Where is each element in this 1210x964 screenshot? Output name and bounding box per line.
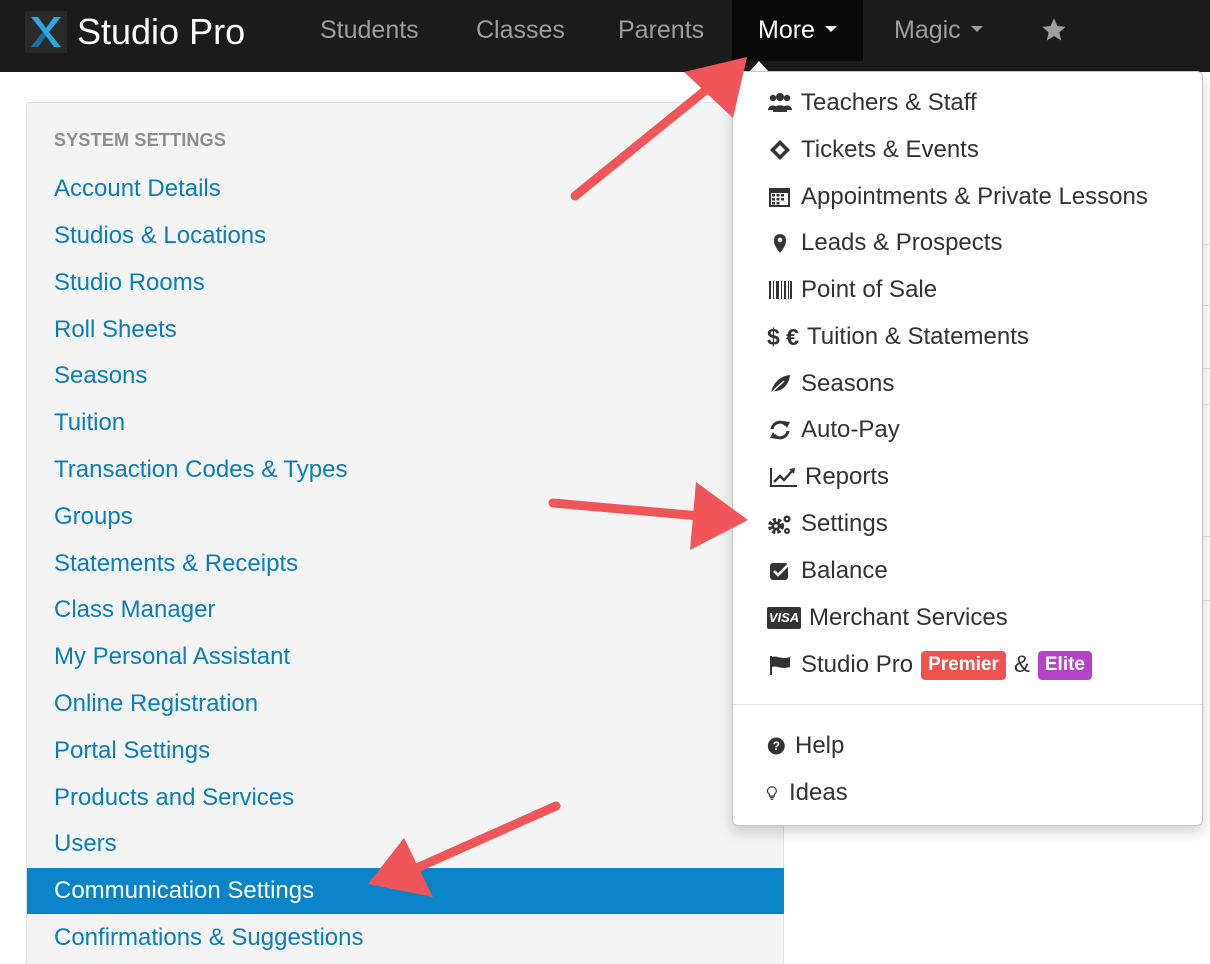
settings-link-class-manager[interactable]: Class Manager (54, 592, 215, 628)
menu-item-help[interactable]: ? Help (767, 729, 844, 763)
elite-badge: Elite (1037, 650, 1092, 680)
menu-item-label: Seasons (801, 370, 895, 397)
system-settings-heading: SYSTEM SETTINGS (54, 130, 227, 150)
nav-classes[interactable]: Classes (476, 0, 565, 61)
settings-link-roll-sheets[interactable]: Roll Sheets (54, 312, 177, 348)
lightbulb-icon (767, 786, 777, 800)
caret-down-icon (970, 26, 983, 33)
ticket-icon (770, 140, 790, 160)
menu-divider (733, 704, 1202, 705)
flag-icon (770, 656, 790, 675)
menu-item-label: Auto-Pay (801, 416, 900, 443)
menu-item-label: Reports (805, 463, 890, 490)
settings-link-confirmations-suggestions[interactable]: Confirmations & Suggestions (54, 920, 364, 956)
menu-item-label: Merchant Services (809, 604, 1008, 631)
nav-magic-label: Magic (894, 16, 961, 44)
nav-parents-label: Parents (618, 16, 705, 44)
line-chart-icon (770, 468, 797, 487)
cogs-icon (768, 515, 791, 534)
settings-link-products-services[interactable]: Products and Services (54, 780, 294, 816)
badge-joiner: & (1013, 651, 1030, 678)
settings-link-studio-rooms[interactable]: Studio Rooms (54, 265, 205, 301)
settings-link-statements-receipts[interactable]: Statements & Receipts (54, 546, 298, 582)
menu-item-teachers-staff[interactable]: Teachers & Staff (767, 86, 977, 120)
question-circle-icon: ? (767, 737, 785, 755)
menu-item-label: Point of Sale (801, 276, 938, 303)
settings-link-personal-assistant[interactable]: My Personal Assistant (54, 639, 290, 675)
menu-item-label: Tuition & Statements (806, 323, 1029, 350)
menu-item-label: Balance (801, 557, 888, 584)
nav-students[interactable]: Students (320, 0, 419, 61)
menu-item-label: Studio Pro (801, 651, 914, 678)
menu-item-merchant-services[interactable]: VISA Merchant Services (767, 601, 1008, 635)
menu-item-label: Ideas (789, 779, 848, 806)
menu-item-label: Settings (801, 510, 888, 537)
check-square-icon (770, 563, 790, 580)
settings-link-studios-locations[interactable]: Studios & Locations (54, 218, 266, 254)
calendar-icon (769, 188, 790, 207)
settings-link-users[interactable]: Users (54, 826, 117, 862)
visa-icon: VISA (767, 607, 801, 629)
settings-link-tuition[interactable]: Tuition (54, 405, 125, 441)
premier-badge: Premier (921, 650, 1006, 680)
menu-item-auto-pay[interactable]: Auto-Pay (767, 413, 900, 447)
menu-item-label: Leads & Prospects (801, 229, 1003, 256)
leaf-icon (770, 375, 790, 394)
settings-link-groups[interactable]: Groups (54, 499, 133, 535)
settings-link-transaction-codes[interactable]: Transaction Codes & Types (54, 452, 347, 488)
users-icon (768, 93, 792, 112)
menu-item-seasons[interactable]: Seasons (767, 367, 894, 401)
nav-more-label: More (758, 16, 815, 44)
menu-item-label: Tickets & Events (801, 136, 979, 163)
menu-item-label: Help (795, 732, 845, 759)
nav-parents[interactable]: Parents (618, 0, 704, 61)
menu-item-appointments[interactable]: Appointments & Private Lessons (767, 180, 1148, 214)
menu-item-balance[interactable]: Balance (767, 554, 888, 588)
menu-item-studio-pro-plans[interactable]: Studio Pro Premier & Elite (767, 648, 1092, 682)
caret-down-icon (824, 26, 837, 33)
refresh-icon (770, 420, 790, 440)
top-navbar: Studio Pro Students Classes Parents More… (0, 0, 1210, 72)
nav-more[interactable]: More (732, 0, 863, 61)
menu-item-label: Teachers & Staff (801, 89, 977, 116)
menu-item-ideas[interactable]: Ideas (767, 776, 848, 810)
settings-link-portal-settings[interactable]: Portal Settings (54, 733, 210, 769)
nav-classes-label: Classes (476, 16, 565, 44)
brand-name: Studio Pro (77, 11, 246, 52)
menu-item-settings[interactable]: Settings (767, 507, 888, 541)
brand[interactable]: Studio Pro (25, 10, 245, 54)
studio-pro-logo-icon (25, 11, 67, 53)
svg-text:?: ? (773, 739, 780, 753)
nav-magic[interactable]: Magic (894, 0, 983, 61)
star-icon[interactable] (1040, 16, 1068, 44)
menu-item-reports[interactable]: Reports (767, 460, 889, 494)
dollar-euro-icon: $ € (767, 323, 799, 350)
settings-link-communication-settings[interactable]: Communication Settings (27, 868, 784, 914)
menu-item-label: Appointments & Private Lessons (801, 183, 1148, 210)
settings-link-account-details[interactable]: Account Details (54, 171, 221, 207)
menu-item-point-of-sale[interactable]: Point of Sale (767, 273, 937, 307)
menu-item-leads-prospects[interactable]: Leads & Prospects (767, 226, 1002, 260)
barcode-icon (769, 281, 792, 299)
menu-item-tuition-statements[interactable]: $ € Tuition & Statements (767, 320, 1029, 354)
settings-link-online-registration[interactable]: Online Registration (54, 686, 258, 722)
nav-students-label: Students (320, 16, 419, 44)
settings-link-seasons[interactable]: Seasons (54, 358, 147, 394)
map-marker-icon (774, 234, 786, 253)
menu-item-tickets-events[interactable]: Tickets & Events (767, 133, 979, 167)
